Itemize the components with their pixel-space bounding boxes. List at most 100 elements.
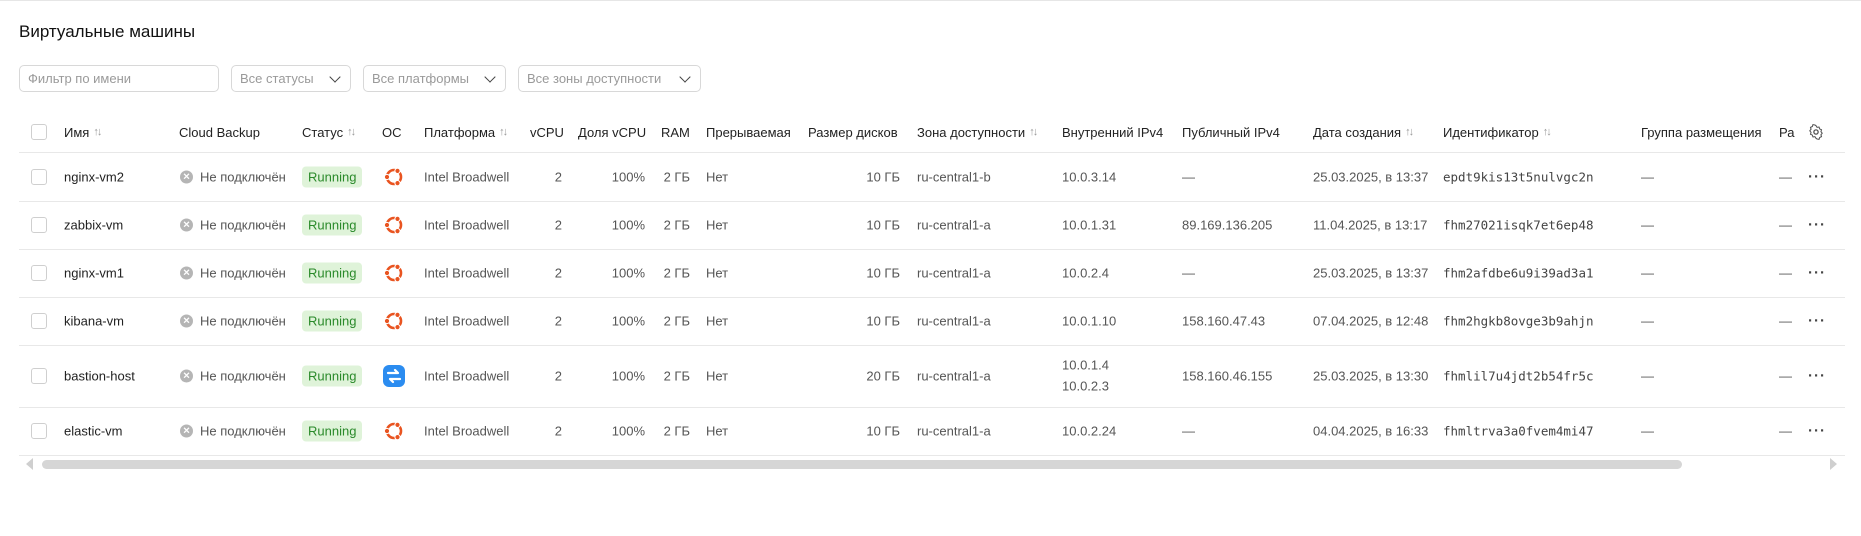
extra-column-value: —	[1779, 313, 1792, 329]
row-checkbox[interactable]	[31, 423, 47, 439]
zone-value: ru-central1-a	[917, 313, 991, 329]
more-dots-icon[interactable]: ···	[1808, 368, 1826, 385]
sort-arrows-icon: ↑↓	[1405, 126, 1414, 138]
nat-instance-icon	[382, 364, 406, 391]
zone-value: ru-central1-a	[917, 368, 991, 384]
status-badge-label: Running	[302, 262, 363, 284]
row-checkbox[interactable]	[31, 265, 47, 281]
column-header-created-label: Дата создания	[1313, 124, 1402, 140]
sort-arrows-icon: ↑↓	[1542, 126, 1552, 138]
more-dots-icon[interactable]: ···	[1808, 168, 1826, 185]
sort-arrows-icon: ↑↓	[347, 126, 356, 138]
name-filter-input[interactable]: Фильтр по имени	[19, 65, 219, 92]
internal-ip-value: 10.0.2.4	[1062, 265, 1109, 281]
vm-name-link[interactable]: kibana-vm	[64, 314, 124, 329]
status-badge: Running	[302, 166, 363, 187]
close-circle-icon: ✕	[180, 369, 193, 383]
internal-ip-value: 10.0.2.3	[1062, 378, 1109, 394]
column-header-vcpu-label: vCPU	[530, 124, 564, 140]
gear-icon[interactable]	[1808, 124, 1824, 140]
extra-column-value: —	[1779, 368, 1792, 384]
column-header-name-label: Имя	[64, 124, 90, 140]
close-circle-icon: ✕	[180, 218, 193, 232]
disk-size-value: 10 ГБ	[866, 423, 900, 439]
vm-name-link[interactable]: zabbix-vm	[64, 218, 123, 233]
platform-filter-select[interactable]: Все платформы	[363, 65, 506, 92]
vcpu-value: 2	[554, 423, 562, 439]
status-badge: Running	[302, 262, 363, 284]
vm-name-link[interactable]: nginx-vm2	[64, 169, 124, 184]
disk-size-value: 20 ГБ	[866, 368, 900, 384]
ram-value: 2 ГБ	[663, 423, 690, 439]
sort-arrows-icon: ↑↓	[1029, 126, 1038, 138]
backup-status: ✕ Не подключён	[180, 218, 286, 233]
row-checkbox[interactable]	[31, 168, 47, 185]
chevron-down-icon	[679, 70, 691, 83]
vm-name-link[interactable]: elastic-vm	[64, 424, 123, 439]
page-title: Виртуальные машины	[19, 22, 196, 41]
select-all-checkbox[interactable]	[31, 124, 47, 140]
disk-size-value: 10 ГБ	[866, 217, 900, 233]
row-checkbox[interactable]	[31, 217, 47, 233]
backup-status-label: Не подключён	[200, 423, 286, 439]
horizontal-scrollbar[interactable]	[42, 460, 1682, 469]
placement-group-value: —	[1641, 423, 1654, 439]
vcpu-value: 2	[554, 169, 562, 184]
more-dots-icon[interactable]: ···	[1808, 265, 1826, 282]
zone-filter-select[interactable]: Все зоны доступности	[518, 65, 701, 92]
placement-group-value: —	[1641, 169, 1654, 184]
chevron-down-icon	[329, 70, 341, 83]
vcpu-value: 2	[554, 217, 562, 233]
vm-name-link[interactable]: nginx-vm1	[64, 266, 124, 281]
column-header-platform-label: Платформа	[424, 124, 496, 140]
internal-ip-value: 10.0.2.24	[1062, 423, 1117, 439]
placement-group-value: —	[1641, 368, 1654, 384]
ubuntu-icon	[382, 213, 406, 240]
ubuntu-icon	[382, 165, 406, 192]
vcpu-share-value: 100%	[611, 313, 645, 329]
ubuntu-icon	[382, 309, 406, 336]
zone-value: ru-central1-b	[917, 169, 991, 184]
backup-status: ✕ Не подключён	[180, 314, 286, 329]
vm-id-value: fhm2hgkb8ovge3b9ahjn	[1443, 313, 1594, 329]
close-circle-icon: ✕	[180, 266, 193, 280]
close-circle-icon: ✕	[180, 424, 193, 438]
vm-id-value: fhm2afdbe6u9i39ad3a1	[1443, 265, 1594, 281]
column-header-status-label: Статус	[302, 124, 344, 140]
scroll-left-icon[interactable]	[26, 458, 33, 470]
close-circle-icon: ✕	[180, 314, 193, 328]
vm-name-link[interactable]: bastion-host	[64, 369, 135, 384]
vm-id-value: fhmlil7u4jdt2b54fr5c	[1443, 368, 1594, 384]
chevron-down-icon	[484, 70, 496, 83]
public-ip-value: —	[1182, 423, 1195, 439]
row-divider	[19, 201, 1845, 202]
row-divider	[19, 297, 1845, 298]
status-filter-select[interactable]: Все статусы	[231, 65, 351, 92]
vcpu-share-value: 100%	[611, 265, 645, 281]
row-checkbox[interactable]	[31, 313, 47, 329]
ram-value: 2 ГБ	[663, 217, 690, 233]
sort-arrows-icon: ↑↓	[499, 126, 508, 138]
backup-status-label: Не подключён	[200, 265, 286, 281]
public-ip-value: —	[1182, 265, 1195, 281]
column-header-ipv4-public-label: Публичный IPv4	[1182, 124, 1280, 140]
backup-status-label: Не подключён	[200, 217, 286, 233]
more-dots-icon[interactable]: ···	[1808, 423, 1826, 440]
scroll-right-icon[interactable]	[1830, 458, 1837, 470]
more-dots-icon[interactable]: ···	[1808, 217, 1826, 234]
status-badge: Running	[302, 365, 363, 387]
row-checkbox[interactable]	[31, 368, 47, 384]
platform-value: Intel Broadwell	[424, 169, 510, 184]
backup-status: ✕ Не подключён	[180, 424, 286, 439]
preemptible-value: Нет	[706, 423, 729, 439]
vm-id-value: fhm27021isqk7et6ep48	[1443, 217, 1594, 233]
column-header-vcpu-share-label: Доля vCPU	[578, 124, 647, 140]
placement-group-value: —	[1641, 265, 1654, 281]
backup-status: ✕ Не подключён	[180, 369, 286, 384]
status-badge: Running	[302, 310, 363, 332]
more-dots-icon[interactable]: ···	[1808, 313, 1826, 330]
zone-filter-value: Все зоны доступности	[527, 71, 662, 86]
disk-size-value: 10 ГБ	[866, 313, 900, 329]
platform-filter-value: Все платформы	[372, 71, 469, 86]
created-date-value: 07.04.2025, в 12:48	[1313, 313, 1429, 329]
